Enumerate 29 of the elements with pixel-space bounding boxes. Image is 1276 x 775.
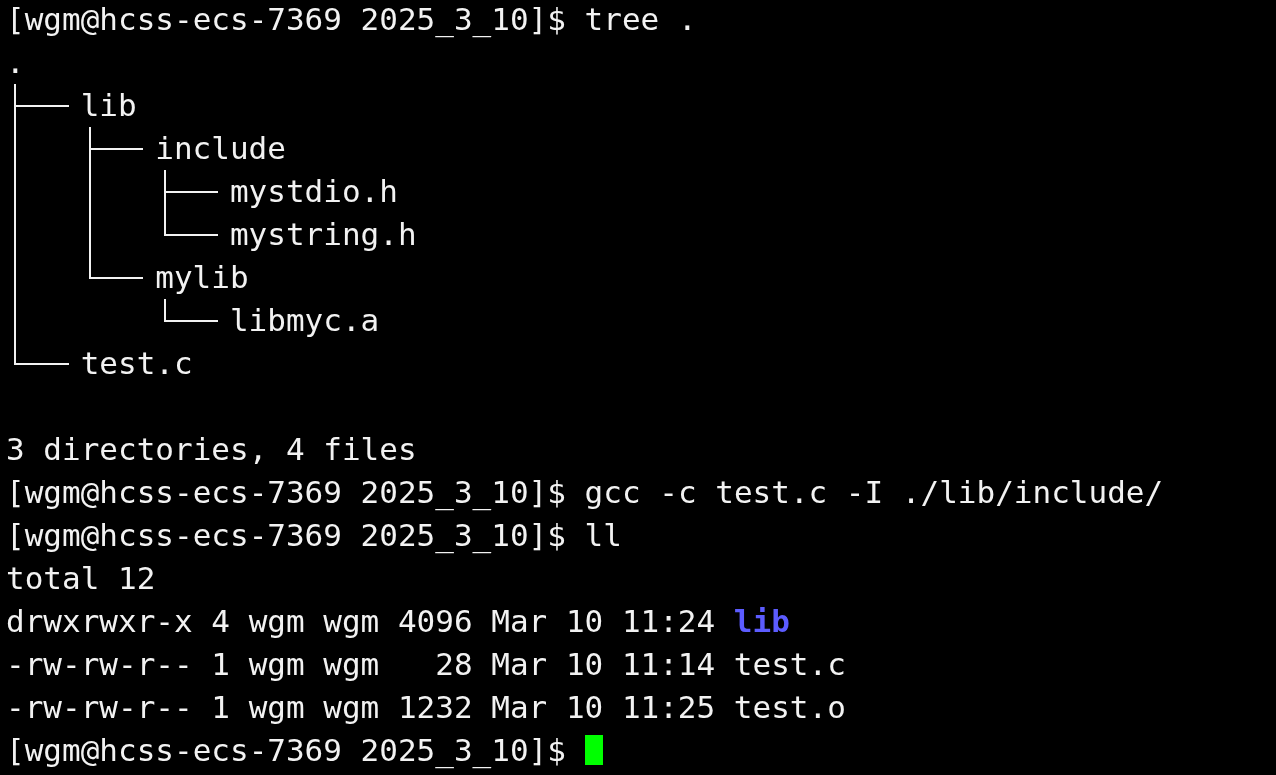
tree-root: . [6, 43, 25, 82]
prompt-text: [wgm@hcss-ecs-7369 2025_3_10]$ [6, 473, 566, 513]
tree-item: libmyc.a [229, 301, 380, 340]
tree-item: lib [80, 86, 137, 125]
tree-item: mylib [155, 258, 249, 297]
file-info: -rw-rw-r-- 1 wgm wgm [6, 688, 380, 727]
file-name: test.o [733, 688, 846, 727]
tree-item: mystring.h [229, 215, 417, 254]
directory-name: lib [733, 602, 790, 641]
file-size: 4096 [397, 602, 473, 641]
prompt-text: [wgm@hcss-ecs-7369 2025_3_10]$ [6, 731, 566, 771]
file-size: 1232 [397, 688, 473, 727]
output-text: 3 directories, 4 files [6, 430, 417, 469]
command-text: ll [584, 516, 622, 555]
file-info: -rw-rw-r-- 1 wgm wgm [6, 645, 380, 684]
file-name: test.c [733, 645, 846, 684]
output-text: total 12 [6, 559, 156, 598]
file-info: drwxrwxr-x 4 wgm wgm [6, 602, 380, 641]
file-date: Mar 10 11:14 [491, 645, 716, 684]
tree-item: test.c [80, 344, 193, 383]
tree-item: mystdio.h [229, 172, 398, 211]
tree-item: include [155, 129, 286, 168]
file-size: 28 [434, 645, 473, 684]
command-text: tree . [584, 0, 697, 39]
prompt-text: [wgm@hcss-ecs-7369 2025_3_10]$ [6, 516, 566, 556]
command-text: gcc -c test.c -I ./lib/include/ [584, 473, 1164, 512]
prompt-text: [wgm@hcss-ecs-7369 2025_3_10]$ [6, 0, 566, 40]
file-date: Mar 10 11:25 [491, 688, 716, 727]
file-date: Mar 10 11:24 [491, 602, 716, 641]
